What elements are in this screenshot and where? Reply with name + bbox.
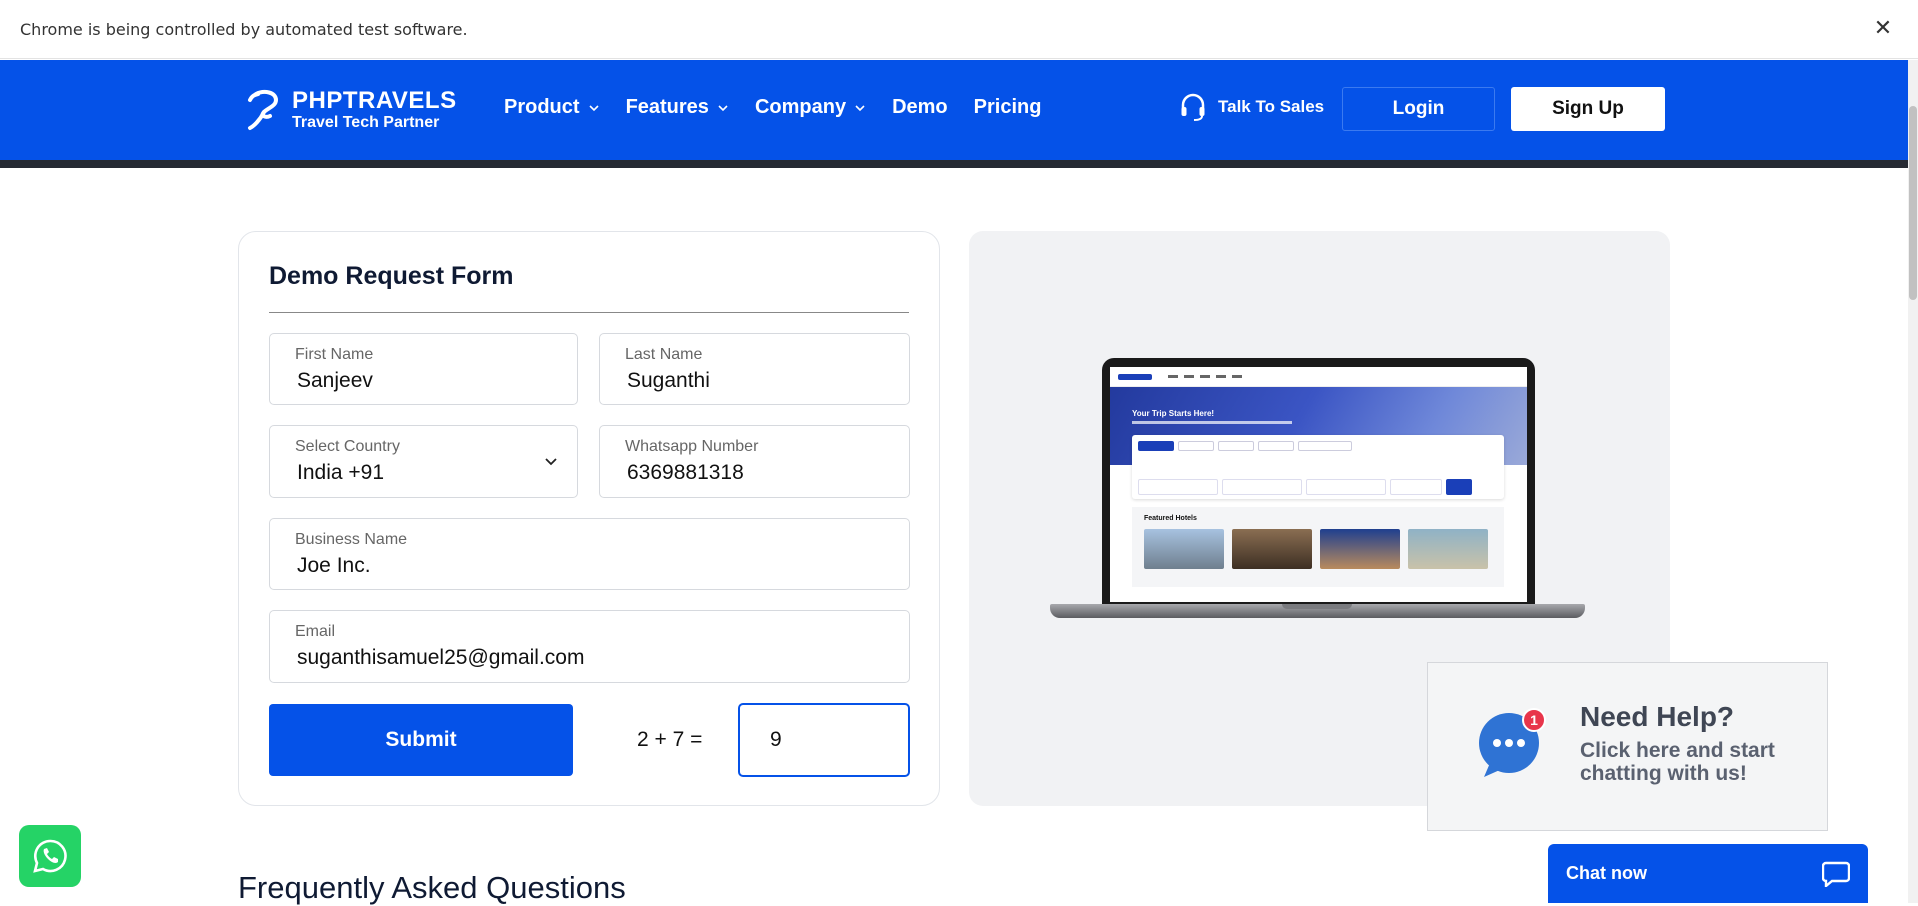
nav-pricing-label: Pricing: [973, 96, 1042, 118]
close-icon[interactable]: ✕: [1870, 16, 1896, 42]
first-name-value: Sanjeev: [297, 369, 373, 392]
whatsapp-icon: [33, 839, 67, 873]
chevron-down-icon: [545, 458, 557, 466]
chevron-down-icon: [855, 104, 865, 111]
email-label: Email: [295, 623, 336, 640]
preview-featured-title: Featured Hotels: [1144, 515, 1197, 522]
business-name-field[interactable]: Business Name Joe Inc.: [269, 518, 910, 590]
laptop-notch: [1282, 604, 1352, 609]
preview-hotel-cards: [1144, 529, 1488, 569]
email-field[interactable]: Email suganthisamuel25@gmail.com: [269, 610, 910, 683]
last-name-value: Suganthi: [627, 369, 710, 392]
nav-demo-label: Demo: [892, 96, 948, 118]
nav-features[interactable]: Features: [626, 96, 729, 119]
demo-request-form: Demo Request Form First Name Sanjeev Las…: [238, 231, 940, 806]
last-name-label: Last Name: [625, 346, 703, 363]
country-value: India +91: [297, 461, 384, 484]
site-logo[interactable]: PHPTRAVELS Travel Tech Partner: [246, 88, 457, 132]
preview-hero-subtitle: [1132, 421, 1292, 424]
need-help-widget[interactable]: 1 Need Help? Click here and start chatti…: [1427, 662, 1828, 831]
nav-product[interactable]: Product: [504, 96, 600, 119]
first-name-field[interactable]: First Name Sanjeev: [269, 333, 578, 405]
country-select[interactable]: Select Country India +91: [269, 425, 578, 498]
chevron-down-icon: [588, 104, 599, 111]
login-button[interactable]: Login: [1342, 87, 1495, 131]
automation-infobar: Chrome is being controlled by automated …: [0, 0, 1918, 59]
preview-search-fields: [1138, 479, 1472, 495]
whatsapp-number-label: Whatsapp Number: [625, 438, 759, 455]
nav-pricing[interactable]: Pricing: [974, 96, 1042, 119]
preview-logo: [1118, 373, 1152, 380]
chat-now-button[interactable]: Chat now: [1548, 844, 1868, 903]
talk-to-sales-link[interactable]: Talk To Sales: [1180, 93, 1324, 121]
nav-demo[interactable]: Demo: [892, 96, 948, 119]
form-divider: [269, 312, 909, 313]
help-notification-badge: 1: [1522, 708, 1546, 732]
preview-featured-hotels: Featured Hotels: [1132, 507, 1504, 587]
laptop-image: Your Trip Starts Here! Featured Hotels: [1050, 358, 1585, 630]
last-name-field[interactable]: Last Name Suganthi: [599, 333, 910, 405]
logo-title: PHPTRAVELS: [292, 87, 457, 114]
headset-icon: [1181, 93, 1205, 121]
whatsapp-button[interactable]: [19, 825, 81, 887]
captcha-answer-value: 9: [770, 728, 782, 751]
chat-now-label: Chat now: [1566, 863, 1647, 883]
preview-hero-title: Your Trip Starts Here!: [1132, 409, 1215, 418]
laptop-lid: Your Trip Starts Here! Featured Hotels: [1102, 358, 1535, 608]
automation-message: Chrome is being controlled by automated …: [20, 19, 468, 39]
chat-icon: [1822, 861, 1850, 887]
help-title: Need Help?: [1580, 701, 1735, 732]
whatsapp-number-value: 6369881318: [627, 461, 744, 484]
signup-button[interactable]: Sign Up: [1511, 87, 1665, 131]
preview-navbar: [1110, 367, 1527, 387]
page-scrollbar[interactable]: [1908, 60, 1918, 903]
faq-heading: Frequently Asked Questions: [238, 870, 626, 905]
help-text: Click here and start chatting with us!: [1580, 739, 1775, 786]
talk-to-sales-label: Talk To Sales: [1218, 97, 1325, 116]
main-nav: Product Features Company Demo Pricing: [504, 96, 1067, 119]
scrollbar-thumb[interactable]: [1909, 106, 1917, 300]
laptop-screen: Your Trip Starts Here! Featured Hotels: [1110, 367, 1527, 602]
nav-company[interactable]: Company: [755, 96, 866, 119]
business-name-label: Business Name: [295, 531, 408, 548]
nav-product-label: Product: [504, 96, 580, 118]
first-name-label: First Name: [295, 346, 374, 363]
captcha-answer-input[interactable]: 9: [738, 703, 910, 777]
logo-subtitle: Travel Tech Partner: [292, 114, 440, 131]
form-title: Demo Request Form: [269, 262, 514, 290]
email-value: suganthisamuel25@gmail.com: [297, 646, 585, 669]
captcha-question: 2 + 7 =: [637, 728, 703, 751]
country-label: Select Country: [295, 438, 400, 455]
preview-search-tabs: [1138, 441, 1352, 451]
preview-search-box: [1132, 435, 1504, 499]
header-hero-strip: [0, 160, 1908, 168]
nav-company-label: Company: [754, 96, 847, 118]
submit-button[interactable]: Submit: [269, 704, 573, 776]
chevron-down-icon: [718, 104, 728, 111]
nav-features-label: Features: [625, 96, 709, 118]
business-name-value: Joe Inc.: [297, 554, 371, 577]
preview-nav-links: [1168, 375, 1242, 378]
whatsapp-number-field[interactable]: Whatsapp Number 6369881318: [599, 425, 910, 498]
logo-icon: [248, 90, 279, 130]
